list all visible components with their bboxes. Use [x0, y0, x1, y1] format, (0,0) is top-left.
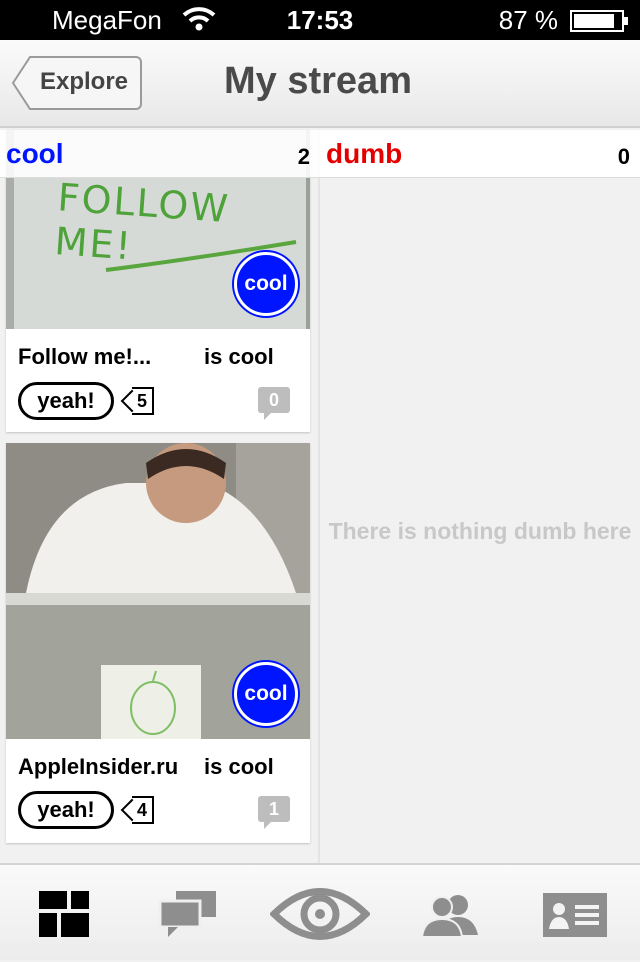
cool-column-count: 2 — [297, 144, 310, 169]
speech-bubbles-icon — [158, 891, 216, 937]
battery-icon — [570, 10, 628, 32]
cool-column-label: cool — [6, 138, 64, 169]
tab-profile[interactable] — [512, 865, 640, 962]
card-verdict: is cool — [204, 754, 274, 779]
tab-friends[interactable] — [384, 865, 512, 962]
empty-state-message: There is nothing dumb here — [328, 518, 632, 544]
people-icon — [420, 895, 478, 937]
dumb-column: There is nothing dumb here — [320, 178, 640, 863]
dumb-column-label: dumb — [326, 138, 403, 169]
comment-count-button[interactable]: 0 — [258, 387, 290, 420]
yeah-button[interactable]: yeah! — [18, 791, 114, 829]
tab-stream[interactable] — [0, 865, 128, 962]
comment-count-button[interactable]: 1 — [258, 796, 290, 829]
navigation-bar: Explore My stream — [0, 40, 640, 128]
dumb-column-header[interactable]: dumb 0 — [320, 130, 640, 178]
page-title: My stream — [224, 60, 412, 102]
dashboard-grid-icon — [39, 891, 89, 937]
status-bar: MegaFon 17:53 87 % — [0, 0, 640, 53]
profile-card-icon — [543, 893, 607, 937]
yeah-button[interactable]: yeah! — [18, 382, 114, 420]
eye-icon — [270, 888, 370, 940]
tab-comments[interactable] — [128, 865, 256, 962]
cool-badge: cool — [234, 252, 298, 316]
card-verdict: is cool — [204, 344, 274, 369]
cool-column-header[interactable]: cool 2 — [0, 130, 320, 178]
yeah-count: 5 — [132, 387, 154, 415]
stream-card[interactable]: cool AppleInsider.ru is cool yeah! 4 1 — [6, 443, 310, 843]
cool-badge: cool — [234, 662, 298, 726]
battery-percent: 87 % — [498, 5, 558, 35]
yeah-count: 4 — [132, 796, 154, 824]
dumb-column-count: 0 — [617, 144, 630, 169]
tab-camera[interactable] — [256, 865, 384, 962]
tab-bar — [0, 863, 640, 960]
card-title[interactable]: AppleInsider.ru — [18, 754, 178, 780]
card-title[interactable]: Follow me!... — [18, 344, 151, 370]
